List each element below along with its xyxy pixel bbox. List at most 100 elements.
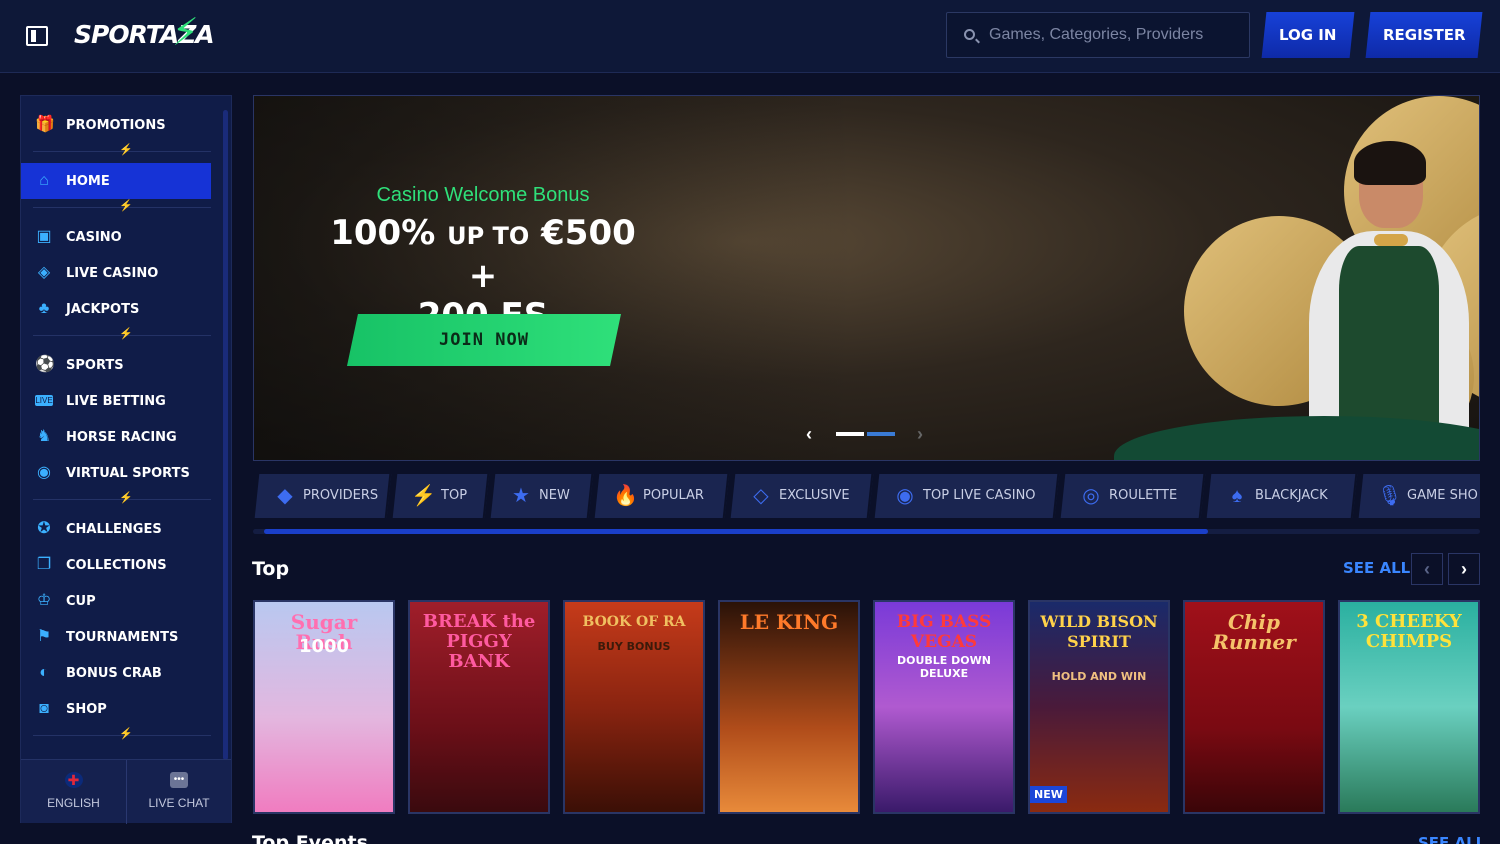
sidebar-item-collections[interactable]: ❐ COLLECTIONS bbox=[21, 547, 211, 583]
game-card[interactable]: BREAK the PIGGY BANK bbox=[408, 600, 550, 814]
diamond-icon: ◇ bbox=[753, 485, 769, 507]
tab-game-shows[interactable]: 🎙 GAME SHO bbox=[1358, 474, 1480, 518]
chevron-left-icon[interactable]: ‹ bbox=[1411, 553, 1443, 585]
checkered-flag-icon: ⚑ bbox=[36, 628, 52, 645]
tab-roulette[interactable]: ◎ ROULETTE bbox=[1060, 474, 1206, 518]
game-title: 3 CHEEKY CHIMPS bbox=[1356, 611, 1462, 652]
cards-icon: ♠ bbox=[1231, 485, 1243, 507]
trophy-icon: ♔ bbox=[36, 592, 52, 609]
divider bbox=[33, 199, 211, 212]
see-all-link[interactable]: SEE ALL bbox=[1343, 559, 1410, 577]
sidebar-item-home[interactable]: ⌂ HOME bbox=[21, 163, 211, 199]
sidebar-footer: ✚ ENGLISH ••• LIVE CHAT bbox=[21, 759, 231, 824]
sidebar-item-casino[interactable]: ▣ CASINO bbox=[21, 219, 211, 255]
promo-banner[interactable]: Casino Welcome Bonus 100% UP TO €500 +20… bbox=[253, 95, 1480, 461]
divider bbox=[33, 143, 211, 156]
sidebar-item-promotions[interactable]: 🎁 PROMOTIONS bbox=[21, 107, 211, 143]
sidebar-item-horse-racing[interactable]: ♞ HORSE RACING bbox=[21, 419, 211, 455]
live-chat-label: LIVE CHAT bbox=[148, 796, 210, 810]
game-card[interactable]: BOOK OF RA BUY BONUS bbox=[563, 600, 705, 814]
providers-icon: ◆ bbox=[277, 485, 293, 507]
sidebar-toggle-icon[interactable] bbox=[26, 26, 48, 46]
slot-machine-icon: ▣ bbox=[36, 228, 52, 245]
home-icon: ⌂ bbox=[39, 172, 49, 189]
game-title: BIG BASS VEGAS bbox=[896, 612, 992, 652]
tab-popular[interactable]: 🔥 POPULAR bbox=[594, 474, 730, 518]
sidebar-item-jackpots[interactable]: ♣ JACKPOTS bbox=[21, 291, 211, 327]
clover-icon: ♣ bbox=[38, 300, 50, 317]
register-button[interactable]: REGISTER bbox=[1365, 12, 1483, 58]
language-selector[interactable]: ✚ ENGLISH bbox=[21, 760, 126, 824]
chevron-right-icon[interactable]: › bbox=[1448, 553, 1480, 585]
virtual-icon: ◉ bbox=[37, 464, 51, 481]
sidebar-item-sports[interactable]: ⚽ SPORTS bbox=[21, 347, 211, 383]
game-title: WILD BISON SPIRIT bbox=[1040, 612, 1158, 651]
sidebar-item-bonus-crab[interactable]: ◐ BONUS CRAB bbox=[21, 655, 211, 691]
game-card[interactable]: Chip Runner bbox=[1183, 600, 1325, 814]
category-scrollbar[interactable] bbox=[264, 529, 1208, 534]
game-title: BOOK OF RA bbox=[582, 614, 686, 630]
chevron-left-icon[interactable]: ‹ bbox=[806, 424, 812, 445]
sidebar-menu: 🎁PROMOTIONS ⌂HOME ▣CASINO ◈LIVE CASINO ♣… bbox=[21, 96, 221, 758]
sportaza-logo[interactable]: SPORTAZA ⚡ bbox=[74, 10, 215, 56]
game-subtitle: 1000 bbox=[298, 636, 350, 657]
category-bar: ◆ PROVIDERS ⚡ TOP ★ NEW 🔥 POPULAR ◇ EXCLUSIVE… bbox=[253, 474, 1480, 518]
live-chat-button[interactable]: ••• LIVE CHAT bbox=[126, 760, 231, 824]
login-button[interactable]: LOG IN bbox=[1261, 12, 1355, 58]
banner-text: Casino Welcome Bonus 100% UP TO €500 +20… bbox=[318, 184, 648, 336]
sidebar-scrollbar[interactable] bbox=[223, 110, 228, 760]
sidebar-item-challenges[interactable]: ✪ CHALLENGES bbox=[21, 511, 211, 547]
gift-icon: 🎁 bbox=[35, 116, 55, 133]
sidebar-item-live-casino[interactable]: ◈ LIVE CASINO bbox=[21, 255, 211, 291]
crab-icon: ◐ bbox=[39, 664, 49, 681]
new-badge: NEW bbox=[1030, 786, 1067, 803]
chat-icon: ••• bbox=[170, 772, 188, 788]
game-subtitle: DOUBLE DOWN DELUXE bbox=[897, 654, 991, 680]
banner-subtitle: Casino Welcome Bonus bbox=[376, 184, 590, 206]
tab-blackjack[interactable]: ♠ BLACKJACK bbox=[1206, 474, 1358, 518]
sidebar-item-cup[interactable]: ♔ CUP bbox=[21, 583, 211, 619]
game-subtitle: BUY BONUS bbox=[597, 640, 671, 653]
see-all-link-next[interactable]: SEE ALL bbox=[1418, 834, 1485, 844]
search-placeholder: Games, Categories, Providers bbox=[989, 26, 1204, 43]
section-title-next: Top Events bbox=[252, 832, 368, 844]
sidebar-item-tournaments[interactable]: ⚑ TOURNAMENTS bbox=[21, 619, 211, 655]
game-subtitle: HOLD AND WIN bbox=[1051, 670, 1147, 683]
live-badge-icon: LIVE bbox=[35, 395, 53, 406]
join-now-button[interactable]: JOIN NOW bbox=[347, 314, 621, 366]
sidebar-item-shop[interactable]: ◙ SHOP bbox=[21, 691, 211, 727]
medal-icon: ✪ bbox=[37, 520, 51, 537]
search-icon bbox=[964, 29, 975, 40]
game-card[interactable]: BIG BASS VEGAS DOUBLE DOWN DELUXE bbox=[873, 600, 1015, 814]
soccer-ball-icon: ⚽ bbox=[35, 356, 55, 373]
sidebar: 🎁PROMOTIONS ⌂HOME ▣CASINO ◈LIVE CASINO ♣… bbox=[20, 95, 232, 824]
tab-top-live-casino[interactable]: ◉ TOP LIVE CASINO bbox=[874, 474, 1060, 518]
game-title: BREAK the PIGGY BANK bbox=[422, 611, 536, 672]
lightning-icon: ⚡ bbox=[411, 485, 436, 507]
carousel-dot-2[interactable] bbox=[867, 432, 895, 436]
tab-exclusive[interactable]: ◇ EXCLUSIVE bbox=[730, 474, 874, 518]
sidebar-item-virtual-sports[interactable]: ◉ VIRTUAL SPORTS bbox=[21, 455, 211, 491]
carousel-dot-1[interactable] bbox=[836, 432, 864, 436]
tab-new[interactable]: ★ NEW bbox=[490, 474, 594, 518]
chevron-right-icon[interactable]: › bbox=[917, 424, 923, 445]
search-input[interactable]: Games, Categories, Providers bbox=[946, 12, 1250, 58]
game-card[interactable]: Sugar Rush 1000 bbox=[253, 600, 395, 814]
card-icon: ◈ bbox=[37, 264, 51, 281]
divider bbox=[33, 327, 211, 340]
uk-flag-icon: ✚ bbox=[64, 772, 83, 788]
tab-top[interactable]: ⚡ TOP bbox=[392, 474, 490, 518]
divider bbox=[33, 727, 211, 740]
divider bbox=[33, 491, 211, 504]
game-card[interactable]: 3 CHEEKY CHIMPS bbox=[1338, 600, 1480, 814]
shop-icon: ◙ bbox=[39, 700, 49, 717]
chips-icon: ◉ bbox=[896, 485, 914, 507]
language-label: ENGLISH bbox=[47, 796, 100, 810]
sidebar-item-live-betting[interactable]: LIVE LIVE BETTING bbox=[21, 383, 211, 419]
games-row: Sugar Rush 1000 BREAK the PIGGY BANK BOO… bbox=[253, 600, 1480, 814]
game-card[interactable]: LE KING bbox=[718, 600, 860, 814]
game-title: LE KING bbox=[739, 610, 839, 634]
tab-providers[interactable]: ◆ PROVIDERS bbox=[254, 474, 392, 518]
game-card[interactable]: WILD BISON SPIRIT HOLD AND WIN NEW bbox=[1028, 600, 1170, 814]
roulette-icon: ◎ bbox=[1082, 485, 1100, 507]
